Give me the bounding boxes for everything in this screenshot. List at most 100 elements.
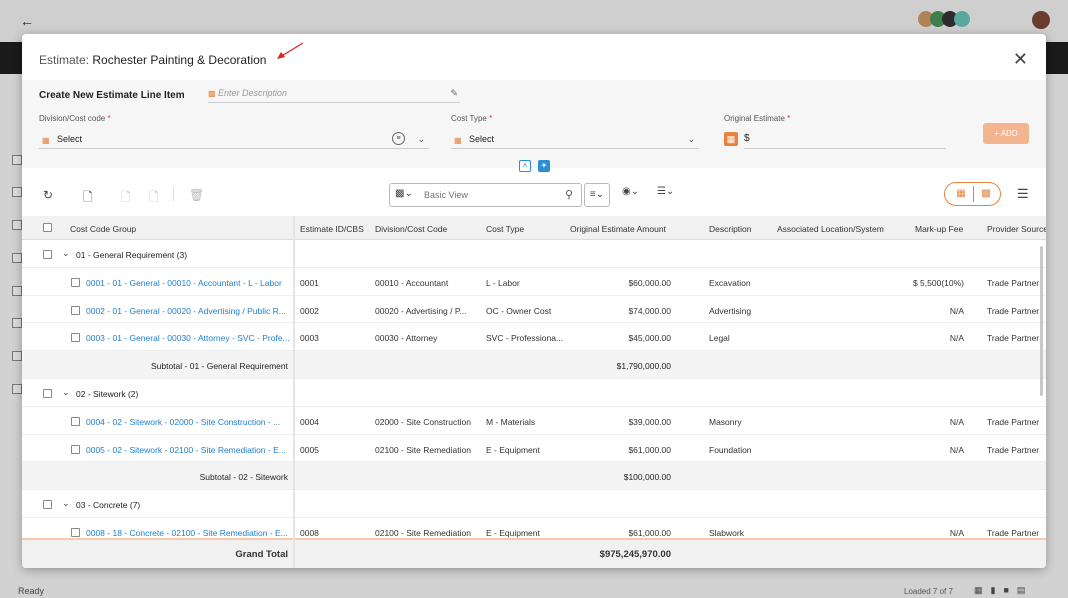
group-row[interactable]: ⌄ 03 - Concrete (7) <box>22 490 1046 518</box>
row-checkbox[interactable] <box>71 416 80 426</box>
chevron-up-icon[interactable]: ˄ <box>519 160 531 172</box>
column-header[interactable]: Associated Location/System <box>777 224 884 234</box>
export-icon[interactable]: 🗋 <box>83 188 93 209</box>
original-estimate-amount: $61,000.00 <box>628 444 671 455</box>
description: Foundation <box>709 444 752 455</box>
estimate-grid: Cost Code Group Estimate ID/CBS Division… <box>22 216 1046 568</box>
line-item-link[interactable]: 0005 - 02 - Sitework - 02100 - Site Reme… <box>86 445 291 455</box>
group-label: 01 - General Requirement (3) <box>76 250 188 260</box>
table-row[interactable]: 0001 - 01 - General - 00010 - Accountant… <box>22 268 1046 296</box>
filter-icon[interactable]: ≡⌄ <box>584 183 610 207</box>
row-checkbox[interactable] <box>71 305 80 315</box>
division-select-value: Select <box>57 134 83 144</box>
grand-total-label: Grand Total <box>235 549 288 560</box>
row-checkbox[interactable] <box>43 388 52 398</box>
line-item-link[interactable]: 0001 - 01 - General - 00010 - Accountant… <box>86 278 291 288</box>
division-cost-code: 02000 - Site Construction <box>375 416 471 427</box>
group-row[interactable]: ⌄ 02 - Sitework (2) <box>22 379 1046 407</box>
grid-rows: ⌄ 01 - General Requirement (3) 0001 - 01… <box>22 240 1046 546</box>
markup-fee: N/A <box>949 305 964 316</box>
division-select[interactable]: ▦ Select ≡ ⌄ <box>39 132 429 149</box>
refresh-icon[interactable]: ↻ <box>43 188 53 202</box>
pencil-icon[interactable]: ✎ <box>450 88 458 99</box>
provider-source: Trade Partner <box>987 527 1040 538</box>
estimate-id: 0001 <box>300 277 319 288</box>
provider-source: Trade Partner <box>987 416 1040 427</box>
cost-type-select-value: Select <box>469 134 495 144</box>
chevron-down-icon[interactable]: ⌄ <box>687 133 695 146</box>
line-item-link[interactable]: 0003 - 01 - General - 00030 - Attorney -… <box>86 333 291 343</box>
chevron-down-icon[interactable]: ⌄ <box>62 498 70 509</box>
list-view-icon[interactable]: ▦ <box>949 186 973 202</box>
list-icon[interactable]: ≡ <box>392 132 405 145</box>
line-item-link[interactable]: 0002 - 01 - General - 00020 - Advertisin… <box>86 306 291 316</box>
table-row[interactable]: 0004 - 02 - Sitework - 02000 - Site Cons… <box>22 407 1046 435</box>
cost-type: E - Equipment <box>486 444 540 455</box>
column-header[interactable]: Original Estimate Amount <box>570 224 666 234</box>
line-item-link[interactable]: 0004 - 02 - Sitework - 02000 - Site Cons… <box>86 417 291 427</box>
delete-icon[interactable]: 🗑 <box>189 188 204 202</box>
close-icon[interactable]: ✕ <box>1013 50 1028 68</box>
grid-toolbar: ↻ 🗋 🗋 🗋 🗑 ▩⌄ ⚲ ≡⌄ ◉⌄ ☰⌄ ▦ ▩ ☰ <box>22 174 1046 214</box>
view-toggle: ▦ ▩ <box>944 182 1001 206</box>
chevron-down-icon[interactable]: ⌄ <box>417 133 425 146</box>
add-button[interactable]: + ADD <box>983 123 1029 144</box>
column-header[interactable]: Provider Source <box>987 224 1046 234</box>
subtotal-label: Subtotal - 02 - Sitework <box>199 472 288 483</box>
division-cost-code: 02100 - Site Remediation <box>375 444 471 455</box>
chevron-down-icon[interactable]: ⌄ <box>62 248 70 259</box>
division-cost-code: 02100 - Site Remediation <box>375 527 471 538</box>
provider-source: Trade Partner <box>987 277 1040 288</box>
status-text: Ready <box>18 586 45 596</box>
column-header[interactable]: Mark-up Fee <box>915 224 963 234</box>
grid-icon: ▦ <box>454 136 462 145</box>
chart-view-icon[interactable]: ▩ <box>974 186 998 202</box>
row-checkbox[interactable] <box>43 250 52 259</box>
description-field[interactable]: ▩ Enter Description ✎ <box>208 88 460 103</box>
original-estimate-amount: $61,000.00 <box>628 527 671 538</box>
description: Legal <box>709 333 730 344</box>
select-all-checkbox[interactable] <box>43 223 52 232</box>
description: Advertising <box>709 305 752 316</box>
estimate-id: 0005 <box>300 444 319 455</box>
calculator-icon[interactable]: ▦ <box>724 132 738 146</box>
column-header[interactable]: Description <box>709 224 752 234</box>
visibility-icon[interactable]: ◉⌄ <box>622 186 639 197</box>
subtotal-row: Subtotal - 02 - Sitework $100,000.00 <box>22 462 1046 491</box>
cost-type: SVC - Professiona... <box>486 333 564 344</box>
row-checkbox[interactable] <box>71 277 80 287</box>
view-switch-icon[interactable]: ▩⌄ <box>395 188 413 199</box>
import-icon[interactable]: 🗋 <box>121 188 131 209</box>
original-estimate-amount: $45,000.00 <box>628 333 671 344</box>
cost-type-select[interactable]: ▦ Select ⌄ <box>451 133 699 149</box>
search-input[interactable] <box>424 188 554 202</box>
chevron-down-icon[interactable]: ⌄ <box>62 387 70 398</box>
hamburger-menu-icon[interactable]: ☰ <box>1017 186 1029 202</box>
vertical-scrollbar[interactable] <box>1040 246 1043 396</box>
search-icon[interactable]: ⚲ <box>565 188 573 201</box>
column-header[interactable]: Division/Cost Code <box>375 224 447 234</box>
view-search-box[interactable]: ▩⌄ ⚲ <box>389 183 582 207</box>
modal-title: Estimate: Rochester Painting & Decoratio… <box>39 53 266 67</box>
line-item-link[interactable]: 0008 - 18 - Concrete - 02100 - Site Reme… <box>86 528 291 538</box>
row-checkbox[interactable] <box>71 527 80 537</box>
column-header[interactable]: Cost Type <box>486 224 524 234</box>
table-row[interactable]: 0003 - 01 - General - 00030 - Attorney -… <box>22 323 1046 352</box>
column-header[interactable]: Cost Code Group <box>70 224 136 234</box>
group-row[interactable]: ⌄ 01 - General Requirement (3) <box>22 240 1046 268</box>
columns-icon[interactable]: ☰⌄ <box>657 186 674 197</box>
table-row[interactable]: 0002 - 01 - General - 00020 - Advertisin… <box>22 296 1046 324</box>
column-header[interactable]: Estimate ID/CBS <box>300 224 364 234</box>
avatar <box>954 11 970 27</box>
pin-icon[interactable]: ✦ <box>538 160 550 172</box>
table-row[interactable]: 0005 - 02 - Sitework - 02100 - Site Reme… <box>22 435 1046 463</box>
row-checkbox[interactable] <box>71 333 80 343</box>
row-checkbox[interactable] <box>71 444 80 454</box>
back-arrow-icon[interactable]: ← <box>20 13 34 29</box>
currency-symbol: $ <box>744 133 750 144</box>
loaded-count: Loaded 7 of 7 <box>904 587 953 596</box>
copy-icon[interactable]: 🗋 <box>149 188 159 209</box>
original-estimate-input[interactable]: $ <box>744 133 946 149</box>
modal-title-name: Rochester Painting & Decoration <box>92 53 267 67</box>
row-checkbox[interactable] <box>43 500 52 510</box>
